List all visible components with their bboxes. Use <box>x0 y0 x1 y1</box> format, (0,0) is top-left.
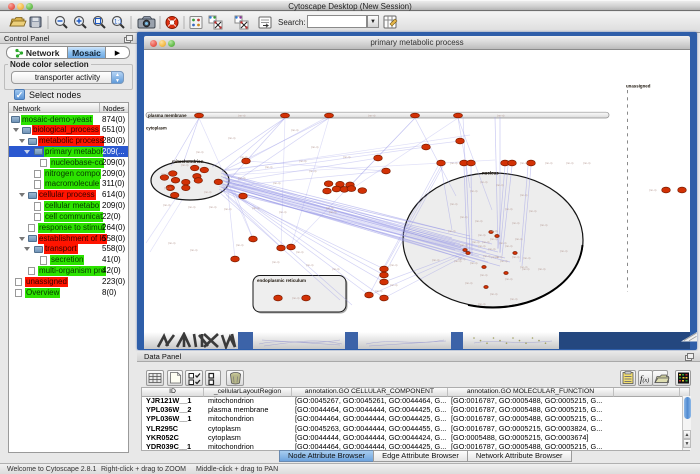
svg-text:(nn-n): (nn-n) <box>460 215 468 219</box>
svg-text:plasma membrane: plasma membrane <box>148 113 187 118</box>
svg-text:(nn-n): (nn-n) <box>164 186 172 190</box>
svg-text:(nn-n): (nn-n) <box>265 165 273 169</box>
svg-text:(nn-n): (nn-n) <box>343 155 351 159</box>
svg-text:(nn-n): (nn-n) <box>490 229 498 233</box>
svg-text:endoplasmic reticulum: endoplasmic reticulum <box>257 278 306 283</box>
svg-text:(nn-n): (nn-n) <box>460 243 468 247</box>
svg-text:(nn-n): (nn-n) <box>510 297 518 301</box>
svg-text:(nn-n): (nn-n) <box>520 193 528 197</box>
svg-text:(nn-n): (nn-n) <box>296 250 304 254</box>
svg-text:f(x): f(x) <box>640 374 649 384</box>
svg-text:(nn-n): (nn-n) <box>538 267 546 271</box>
svg-text:(nn-n): (nn-n) <box>560 249 568 253</box>
svg-text:(nn-n): (nn-n) <box>472 240 480 244</box>
svg-text:(nn-n): (nn-n) <box>273 181 281 185</box>
svg-text:(nn-n): (nn-n) <box>490 237 498 241</box>
svg-text:(nn-n): (nn-n) <box>375 289 383 293</box>
svg-text:(nn-n): (nn-n) <box>224 207 232 211</box>
svg-text:(nn-n): (nn-n) <box>209 205 217 209</box>
svg-text:(nn-n): (nn-n) <box>196 150 204 154</box>
svg-text:(nn-n): (nn-n) <box>512 255 520 259</box>
svg-text:(nn-n): (nn-n) <box>390 283 398 287</box>
svg-text:(nn-n): (nn-n) <box>512 221 520 225</box>
svg-text:(nn-n): (nn-n) <box>520 161 528 165</box>
svg-text:(nn-n): (nn-n) <box>488 247 496 251</box>
svg-text:(nn-n): (nn-n) <box>252 206 260 210</box>
svg-text:(nn-n): (nn-n) <box>190 248 198 252</box>
svg-text:(nn-n): (nn-n) <box>470 261 478 265</box>
svg-text:(nn-n): (nn-n) <box>309 169 317 173</box>
svg-text:(nn-n): (nn-n) <box>522 267 530 271</box>
svg-text:(nn-n): (nn-n) <box>454 259 462 263</box>
svg-text:(nn-n): (nn-n) <box>332 267 340 271</box>
svg-text:(nn-n): (nn-n) <box>450 202 458 206</box>
svg-text:(nn-n): (nn-n) <box>450 161 458 165</box>
svg-text:(nn-n): (nn-n) <box>545 161 553 165</box>
svg-text:(nn-n): (nn-n) <box>478 233 486 237</box>
svg-text:1:1: 1:1 <box>114 20 123 26</box>
svg-text:(nn-n): (nn-n) <box>311 145 319 149</box>
svg-text:(nn-n): (nn-n) <box>306 263 314 267</box>
svg-text:(nn-n): (nn-n) <box>291 128 299 132</box>
svg-text:(nn-n): (nn-n) <box>238 113 246 117</box>
svg-text:(nn-n): (nn-n) <box>279 210 287 214</box>
svg-text:(nn-n): (nn-n) <box>500 259 508 263</box>
svg-text:(nn-n): (nn-n) <box>475 219 483 223</box>
svg-text:(nn-n): (nn-n) <box>505 207 513 211</box>
svg-text:nucleus: nucleus <box>482 171 499 176</box>
svg-text:(nn-n): (nn-n) <box>540 223 548 227</box>
svg-text:(nn-n): (nn-n) <box>161 172 169 176</box>
svg-text:(nn-n): (nn-n) <box>299 159 307 163</box>
svg-text:(nn-n): (nn-n) <box>491 255 499 259</box>
svg-text:(nn-n): (nn-n) <box>236 243 244 247</box>
svg-text:(nn-n): (nn-n) <box>480 273 488 277</box>
svg-text:(nn-n): (nn-n) <box>272 260 280 264</box>
svg-text:(nn-n): (nn-n) <box>523 256 531 260</box>
svg-text:(nn-n): (nn-n) <box>515 237 523 241</box>
svg-text:(nn-n): (nn-n) <box>390 263 398 267</box>
svg-text:(nn-n): (nn-n) <box>478 244 486 248</box>
svg-text:(nn-n): (nn-n) <box>566 161 574 165</box>
svg-text:(nn-n): (nn-n) <box>529 209 537 213</box>
svg-text:(nn-n): (nn-n) <box>238 176 246 180</box>
svg-text:(nn-n): (nn-n) <box>432 258 440 262</box>
svg-text:(nn-n): (nn-n) <box>483 254 491 258</box>
svg-text:(nn-n): (nn-n) <box>228 136 236 140</box>
svg-text:unassigned: unassigned <box>626 84 651 89</box>
svg-text:(nn-n): (nn-n) <box>490 292 498 296</box>
svg-text:(nn-n): (nn-n) <box>497 113 505 117</box>
svg-text:(nn-n): (nn-n) <box>368 113 376 117</box>
svg-text:(nn-n): (nn-n) <box>292 296 300 300</box>
svg-text:(nn-n): (nn-n) <box>496 183 504 187</box>
svg-text:(nn-n): (nn-n) <box>505 277 513 281</box>
svg-text:(nn-n): (nn-n) <box>168 241 176 245</box>
svg-text:(nn-n): (nn-n) <box>505 244 513 248</box>
svg-text:(nn-n): (nn-n) <box>329 210 337 214</box>
svg-text:(nn-n): (nn-n) <box>448 229 456 233</box>
svg-text:cytoplasm: cytoplasm <box>146 126 167 131</box>
svg-text:(nn-n): (nn-n) <box>480 180 488 184</box>
svg-text:(nn-n): (nn-n) <box>204 190 212 194</box>
svg-text:(nn-n): (nn-n) <box>583 161 591 165</box>
svg-text:(nn-n): (nn-n) <box>465 281 473 285</box>
svg-text:(nn-n): (nn-n) <box>163 203 171 207</box>
svg-text:(nn-n): (nn-n) <box>478 302 486 306</box>
svg-text:(nn-n): (nn-n) <box>188 205 196 209</box>
svg-text:(nn-n): (nn-n) <box>240 155 248 159</box>
svg-text:(nn-n): (nn-n) <box>649 188 657 192</box>
svg-text:(nn-n): (nn-n) <box>470 189 478 193</box>
svg-text:(nn-n): (nn-n) <box>181 163 189 167</box>
